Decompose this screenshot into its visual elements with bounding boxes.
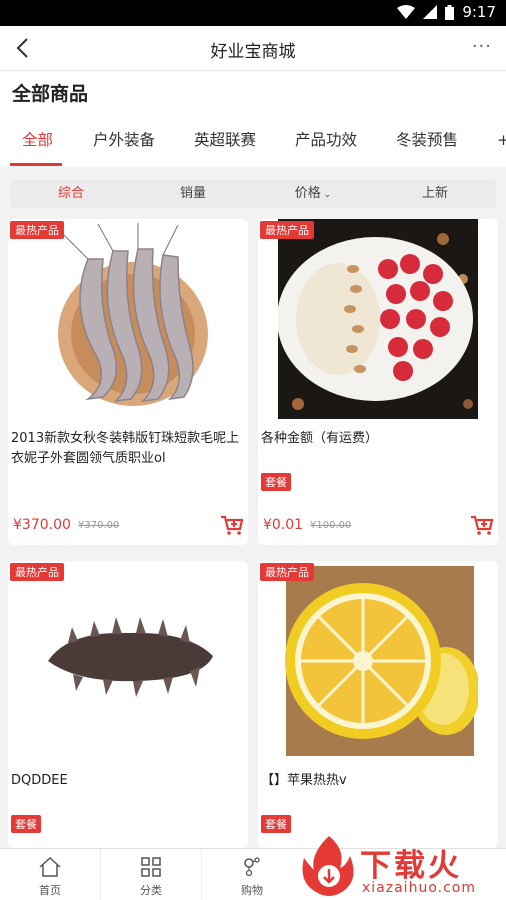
sort-price-label: 价格 — [294, 186, 321, 201]
add-to-cart-icon[interactable] — [221, 515, 243, 535]
status-time: 9:17 — [462, 3, 496, 21]
tab-premier-league[interactable]: 英超联赛 — [194, 117, 256, 167]
product-price: ¥370.00 — [13, 517, 71, 533]
product-card[interactable]: 最热产品 2013新款女秋冬装韩版钉珠短款毛呢上衣妮子外套圆领气质职业ol ¥3… — [8, 219, 248, 545]
product-image-shrimp[interactable] — [28, 219, 228, 419]
watermark-url: xiazaihuo.com — [362, 880, 476, 896]
cart-icon — [244, 857, 260, 877]
product-card[interactable]: 最热产品 各种金额（有运费） 套餐 ¥0.01 ¥100.00 — [258, 219, 498, 545]
nav-bar: 好业宝商城 ··· — [0, 26, 506, 71]
tab-all[interactable]: 全部 — [22, 117, 53, 167]
hot-product-badge: 最热产品 — [260, 563, 314, 581]
product-name[interactable]: 各种金额（有运费） — [261, 429, 497, 449]
hot-product-badge: 最热产品 — [10, 563, 64, 581]
section-title: 全部商品 — [0, 71, 506, 117]
bottom-nav-shop[interactable]: 购物 — [202, 849, 302, 900]
tab-winter-presale[interactable]: 冬装预售 — [396, 117, 458, 167]
sort-comprehensive[interactable]: 综合 — [21, 180, 121, 208]
package-tag: 套餐 — [261, 473, 291, 491]
bottom-nav-home-label: 首页 — [39, 884, 61, 897]
battery-icon — [445, 4, 455, 20]
bottom-nav-shop-label: 购物 — [241, 884, 263, 897]
bottom-nav-category[interactable]: 分类 — [101, 849, 201, 900]
product-image-fruit-bowl[interactable] — [278, 219, 478, 419]
tab-outdoor-gear[interactable]: 户外装备 — [93, 117, 155, 167]
page-title: 好业宝商城 — [210, 42, 296, 62]
package-tag: 套餐 — [261, 815, 291, 833]
sort-price[interactable]: 价格 ⌄ — [263, 180, 363, 208]
flame-logo-icon — [302, 836, 354, 896]
home-icon — [39, 857, 61, 877]
product-original-price: ¥100.00 — [310, 520, 352, 531]
product-name[interactable]: 2013新款女秋冬装韩版钉珠短款毛呢上衣妮子外套圆领气质职业ol — [11, 429, 247, 469]
tab-product-efficacy[interactable]: 产品功效 — [295, 117, 357, 167]
active-tab-indicator — [10, 163, 62, 166]
more-options-icon[interactable]: ··· — [472, 36, 492, 57]
signal-icon — [423, 5, 438, 19]
product-image-sea-cucumber[interactable] — [28, 561, 228, 761]
hot-product-badge: 最热产品 — [10, 221, 64, 239]
chevron-down-icon: ⌄ — [320, 190, 332, 200]
wifi-icon — [397, 5, 416, 19]
grid-icon — [141, 857, 161, 877]
hot-product-badge: 最热产品 — [260, 221, 314, 239]
product-name[interactable]: DQDDEE — [11, 771, 247, 791]
product-price: ¥0.01 — [263, 517, 304, 533]
product-original-price: ¥370.00 — [78, 520, 120, 531]
product-name[interactable]: 【】苹果热热v — [261, 771, 497, 791]
sort-newest[interactable]: 上新 — [385, 180, 485, 208]
sort-sales[interactable]: 销量 — [143, 180, 243, 208]
watermark-text: 下载火 — [360, 848, 462, 884]
add-to-cart-icon[interactable] — [471, 515, 493, 535]
status-bar: 9:17 — [0, 0, 506, 26]
bottom-nav-category-label: 分类 — [140, 884, 162, 897]
category-tabs: 全部 户外装备 英超联赛 产品功效 冬装预售 + — [0, 117, 506, 167]
product-card[interactable]: 最热产品 DQDDEE 套餐 — [8, 561, 248, 848]
bottom-nav-home[interactable]: 首页 — [0, 849, 100, 900]
product-image-grapefruit[interactable] — [278, 561, 478, 761]
sort-bar: 综合 销量 价格 ⌄ 上新 — [10, 180, 496, 208]
package-tag: 套餐 — [11, 815, 41, 833]
tab-more[interactable]: + — [497, 117, 506, 167]
watermark-logo: 下载火 xiazaihuo.com — [300, 832, 506, 900]
product-card[interactable]: 最热产品 【】苹果热热v 套餐 — [258, 561, 498, 848]
